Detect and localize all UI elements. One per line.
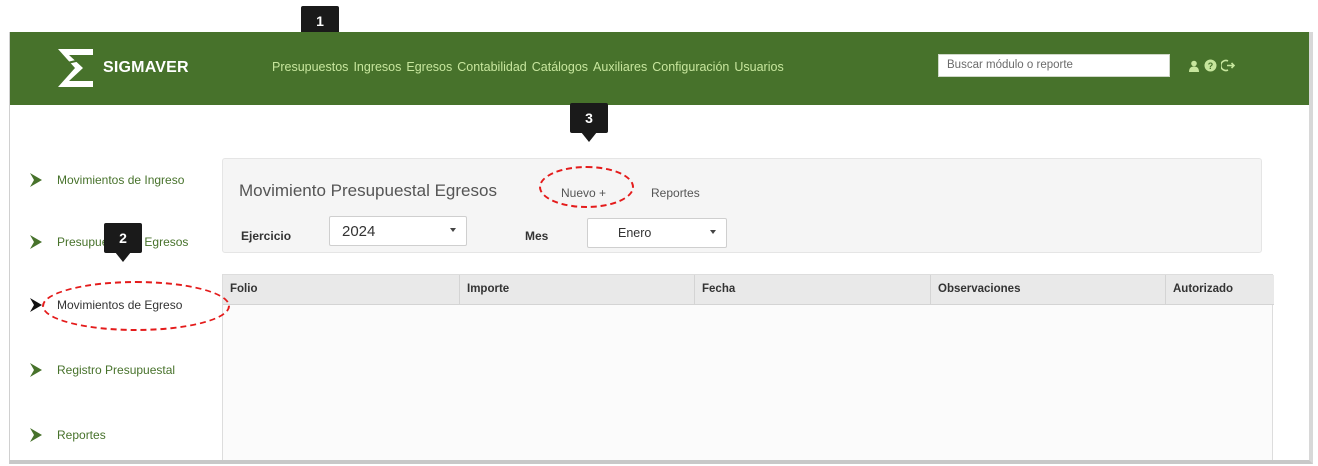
nav-ingresos[interactable]: Ingresos [353,60,401,74]
chevron-right-icon [30,173,42,187]
sidebar-item-label: Reportes [57,428,106,442]
main-nav: Presupuestos Ingresos Egresos Contabilid… [272,60,784,74]
column-header-folio[interactable]: Folio [223,275,460,305]
sidebar-item-movimientos-ingreso[interactable]: Movimientos de Ingreso [28,172,184,188]
mes-select[interactable]: Enero [587,218,727,248]
nav-catalogos[interactable]: Catálogos [532,60,588,74]
reportes-button[interactable]: Reportes [651,186,700,200]
nav-icon-group: ? [1188,59,1236,77]
caret-down-icon [450,228,456,232]
user-icon[interactable] [1188,59,1200,77]
sigmaver-logo[interactable]: SIGMAVER [55,38,225,98]
column-header-autorizado[interactable]: Autorizado [1166,275,1274,305]
column-header-observaciones[interactable]: Observaciones [931,275,1166,305]
ejercicio-value: 2024 [342,222,376,240]
sigma-logo-icon [58,49,93,87]
mes-value: Enero [618,226,652,240]
caret-down-icon [710,230,716,234]
sidebar-item-registro-presupuestal[interactable]: Registro Presupuestal [28,362,175,378]
column-header-importe[interactable]: Importe [460,275,695,305]
nav-configuracion[interactable]: Configuración [652,60,729,74]
search-input[interactable]: Buscar módulo o reporte [938,54,1170,77]
svg-text:?: ? [1208,61,1214,71]
ejercicio-label: Ejercicio [241,229,292,243]
app-name: SIGMAVER [103,59,189,76]
nav-presupuestos[interactable]: Presupuestos [272,60,348,74]
highlight-movimientos-egreso-ellipse [42,281,230,331]
sidebar-item-label: Registro Presupuestal [57,363,176,377]
nav-contabilidad[interactable]: Contabilidad [457,60,527,74]
page-title: Movimiento Presupuestal Egresos [239,181,497,200]
logout-icon[interactable] [1220,59,1236,77]
movimientos-table: Folio Importe Fecha Observaciones Autori… [222,274,1274,460]
chevron-right-icon [30,428,42,442]
app-window: SIGMAVER Presupuestos Ingresos Egresos C… [9,32,1313,464]
help-icon[interactable]: ? [1204,59,1217,77]
nav-usuarios[interactable]: Usuarios [734,60,783,74]
callout-3: 3 [570,103,608,142]
mes-label: Mes [525,229,549,243]
nav-auxiliares[interactable]: Auxiliares [593,60,647,74]
top-navbar: SIGMAVER Presupuestos Ingresos Egresos C… [10,32,1309,105]
ejercicio-select[interactable]: 2024 [329,216,467,246]
table-header: Folio Importe Fecha Observaciones Autori… [223,275,1274,305]
filter-panel: Movimiento Presupuestal Egresos Nuevo + … [222,158,1262,253]
column-header-fecha[interactable]: Fecha [695,275,931,305]
sidebar-item-label: Movimientos de Ingreso [57,173,185,187]
highlight-nuevo-ellipse [539,166,634,208]
chevron-right-icon [30,235,42,249]
chevron-right-icon [30,363,42,377]
callout-2: 2 [104,223,142,262]
nav-egresos[interactable]: Egresos [406,60,452,74]
sidebar-item-reportes[interactable]: Reportes [28,427,106,443]
